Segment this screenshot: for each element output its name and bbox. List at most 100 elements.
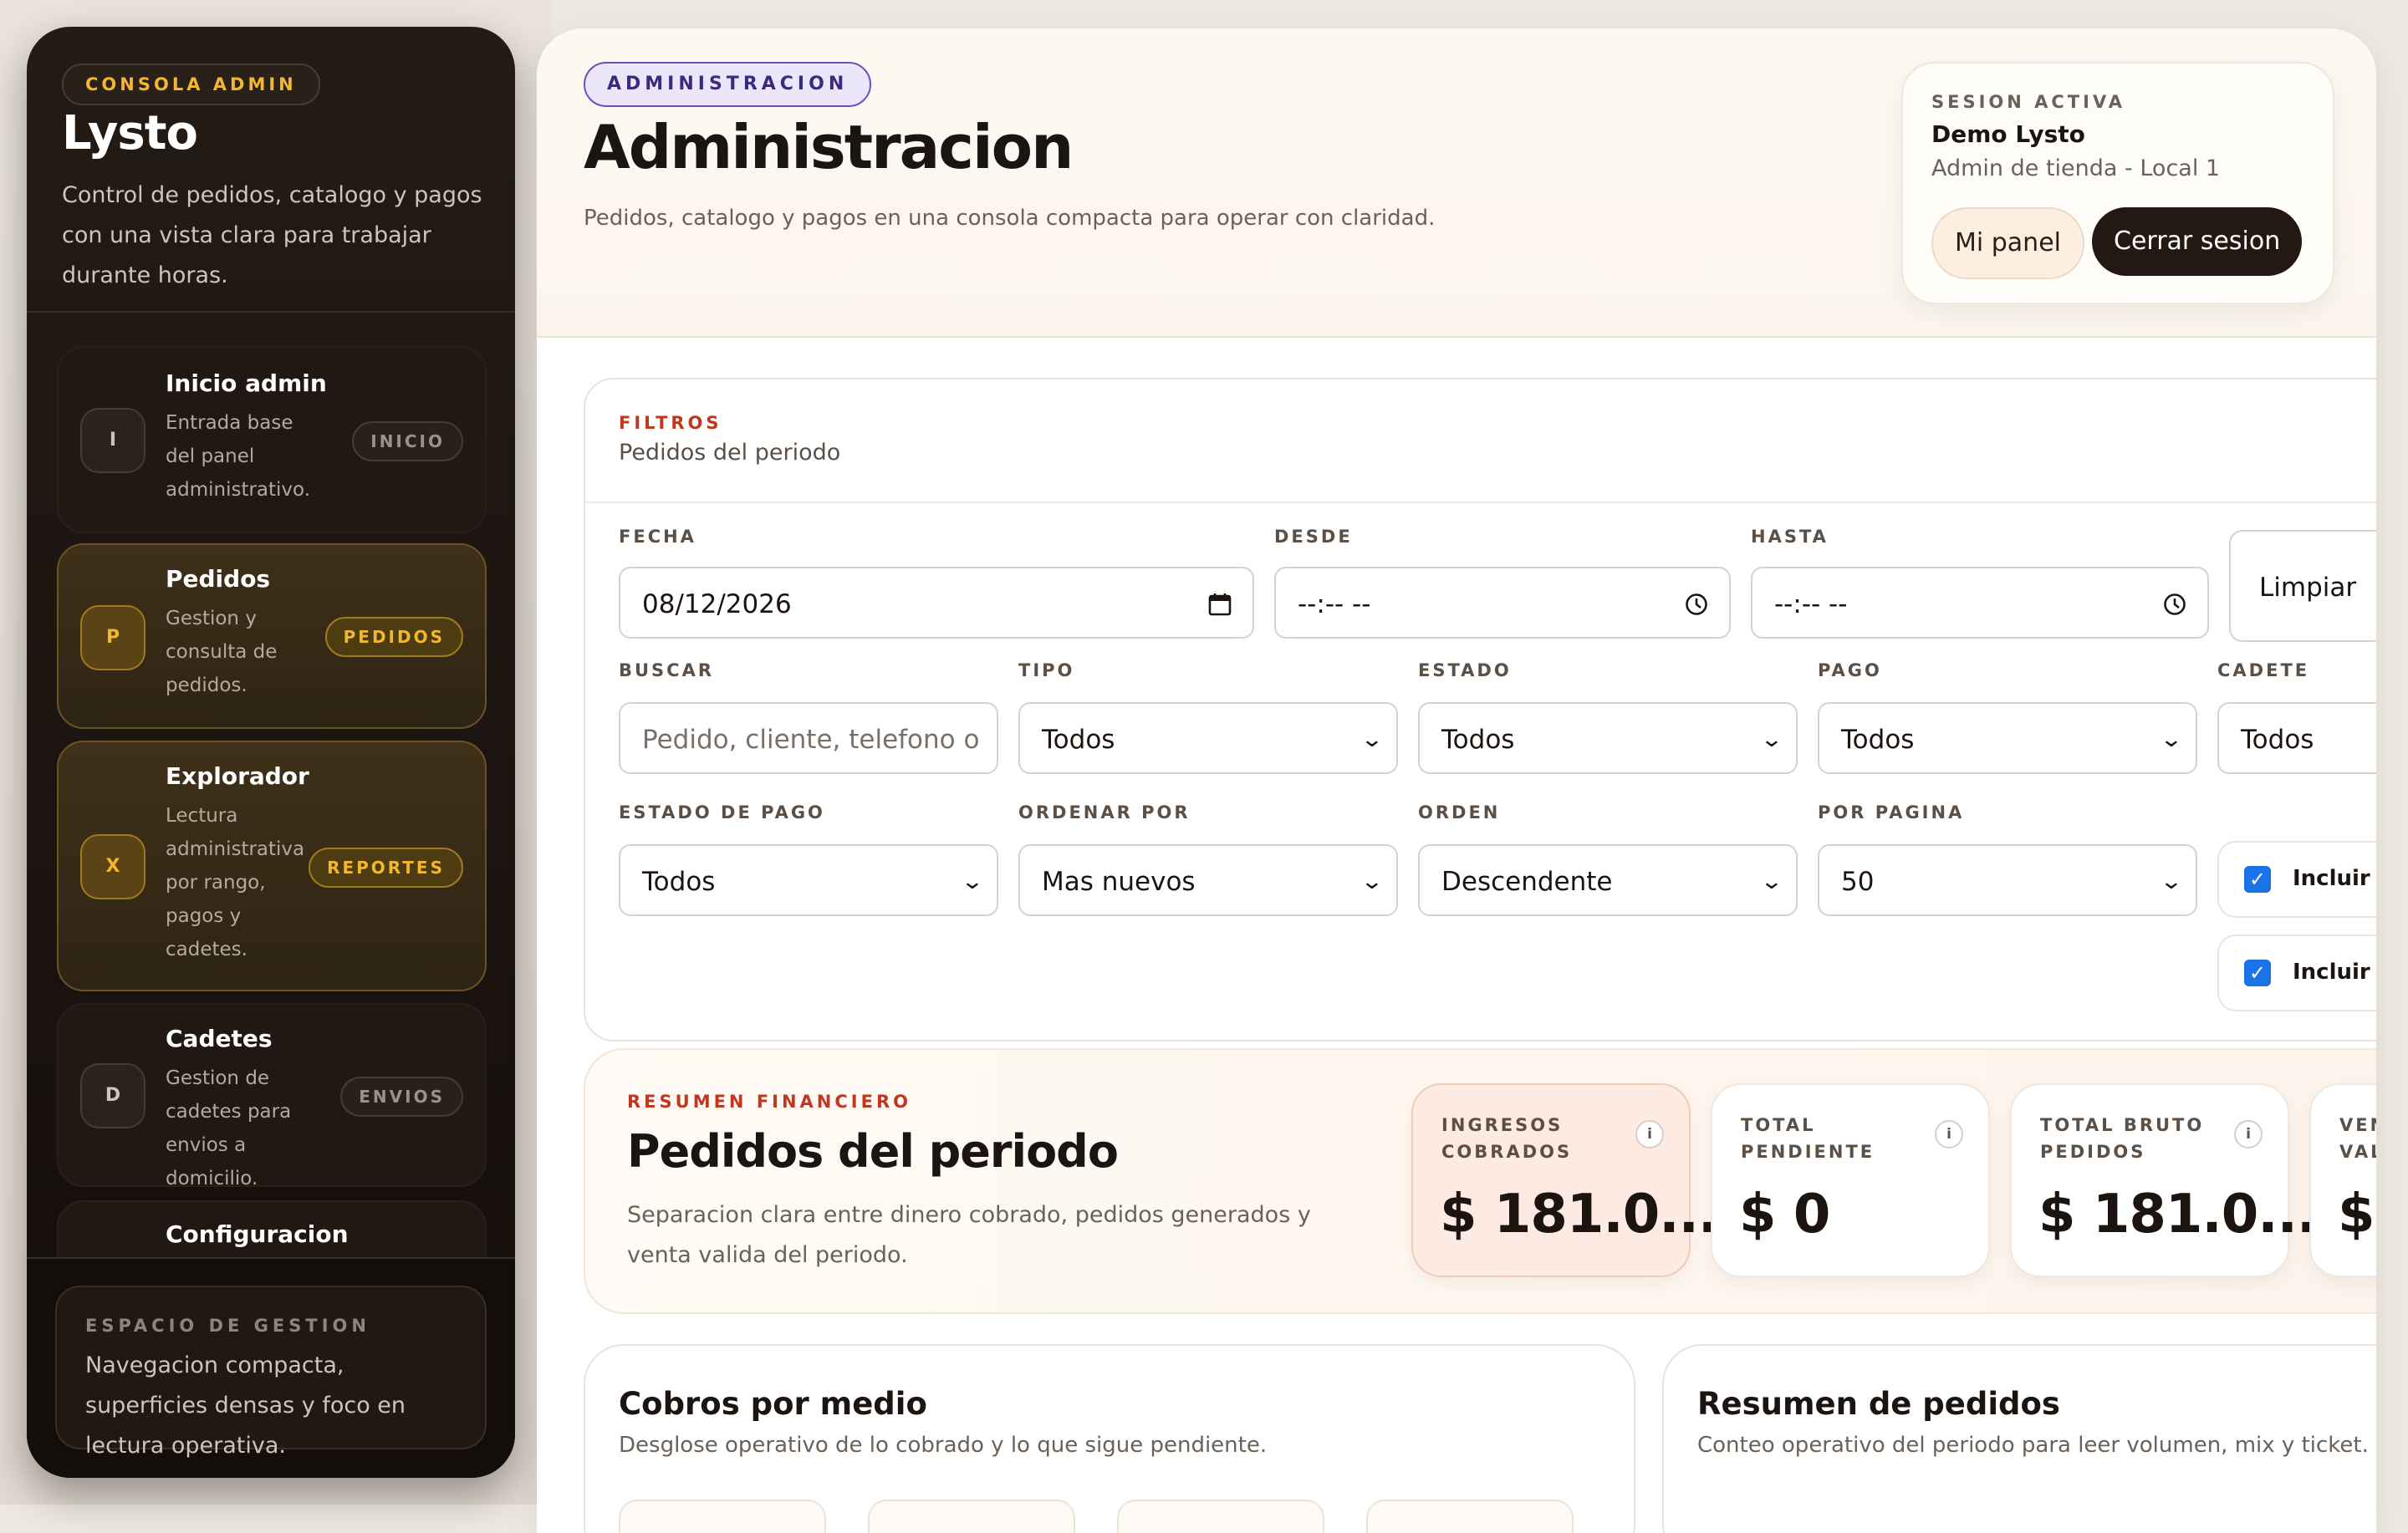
clock-icon[interactable] — [2162, 568, 2187, 637]
kpi-card-pendiente[interactable]: TOTAL PENDIENTE i $ 0 — [1711, 1083, 1990, 1277]
payment-method-tile — [1366, 1500, 1574, 1533]
page-header: ADMINISTRACION Administracion Pedidos, c… — [537, 28, 2376, 338]
page-size-select[interactable]: 50 ⌄ — [1818, 844, 2197, 916]
time-from-value: --:-- -- — [1298, 589, 1371, 619]
workspace-kicker: ESPACIO DE GESTION — [85, 1316, 370, 1336]
calendar-icon[interactable] — [1207, 568, 1232, 637]
nav-pill: INICIO — [352, 421, 463, 461]
sidebar: CONSOLA ADMIN Lysto Control de pedidos, … — [27, 27, 515, 1478]
sort-by-select[interactable]: Mas nuevos ⌄ — [1018, 844, 1398, 916]
search-input[interactable]: Pedido, cliente, telefono o — [619, 702, 998, 774]
kpi-value: $ 181.0... — [1440, 1184, 1718, 1245]
courier-select[interactable]: Todos — [2217, 702, 2376, 774]
card-subtitle: Desglose operativo de lo cobrado y lo qu… — [619, 1433, 1268, 1458]
filters-panel: FILTROS Pedidos del periodo FECHA 08/12/… — [584, 378, 2376, 1042]
status-select[interactable]: Todos ⌄ — [1418, 702, 1798, 774]
include-label-1: Incluir ca — [2293, 866, 2376, 891]
sidebar-item-explorador[interactable]: X Explorador Lectura administrativa por … — [57, 741, 487, 991]
page-subtitle: Pedidos, catalogo y pagos en una consola… — [584, 206, 1436, 231]
kpi-card-venta-valida[interactable]: VEN VAL $ — [2309, 1083, 2376, 1277]
cobros-card: Cobros por medio Desglose operativo de l… — [584, 1344, 1635, 1533]
session-kicker: SESION ACTIVA — [1931, 92, 2126, 112]
nav-pill: ENVIOS — [340, 1077, 463, 1117]
filters-kicker: FILTROS — [619, 413, 722, 433]
filters-header: FILTROS Pedidos del periodo — [585, 379, 2376, 503]
financial-summary: RESUMEN FINANCIERO Pedidos del periodo S… — [584, 1048, 2376, 1314]
workspace-text: Navegacion compacta, superficies densas … — [85, 1352, 406, 1459]
nav-pill: REPORTES — [309, 848, 463, 888]
nav-title: Explorador — [166, 762, 309, 790]
checkbox-checked[interactable]: ✓ — [2244, 960, 2271, 986]
info-icon[interactable]: i — [1935, 1120, 1963, 1148]
payment-status-select[interactable]: Todos ⌄ — [619, 844, 998, 916]
time-from-input[interactable]: --:-- -- — [1274, 567, 1731, 639]
nav-letter-badge: X — [80, 834, 145, 899]
kpi-card-ingresos[interactable]: INGRESOS COBRADOS i $ 181.0... — [1411, 1083, 1718, 1277]
card-subtitle: Conteo operativo del periodo para leer v… — [1697, 1433, 2369, 1458]
nav-letter-badge: I — [80, 408, 145, 473]
workspace-card: ESPACIO DE GESTION Navegacion compacta, … — [55, 1286, 487, 1459]
payment-method-tile — [1117, 1500, 1324, 1533]
kpi-label: VEN VAL — [2339, 1115, 2376, 1162]
sidebar-item-inicio[interactable]: I Inicio admin Entrada base del panel ad… — [57, 346, 487, 533]
status-value: Todos — [1441, 725, 1515, 755]
summary-kicker: RESUMEN FINANCIERO — [627, 1092, 911, 1112]
sidebar-footer: ESPACIO DE GESTION Navegacion compacta, … — [27, 1257, 515, 1478]
chevron-down-icon: ⌄ — [1759, 869, 1784, 894]
logout-button[interactable]: Cerrar sesion — [2092, 207, 2303, 276]
payment-method-tile — [619, 1500, 826, 1533]
chevron-down-icon: ⌄ — [1360, 727, 1385, 752]
kpi-label: TOTAL PENDIENTE — [1741, 1115, 1875, 1162]
ordenar-por-label: ORDENAR POR — [1018, 802, 1191, 823]
session-card: SESION ACTIVA Demo Lysto Admin de tienda… — [1901, 62, 2334, 304]
hasta-label: HASTA — [1751, 527, 1829, 547]
desde-label: DESDE — [1274, 527, 1353, 547]
payment-value: Todos — [1841, 725, 1915, 755]
cadete-label: CADETE — [2217, 660, 2310, 680]
clock-icon[interactable] — [1684, 568, 1709, 637]
session-user-name: Demo Lysto — [1931, 120, 2085, 148]
date-input[interactable]: 08/12/2026 — [619, 567, 1254, 639]
pago-label: PAGO — [1818, 660, 1882, 680]
include-label-2: Incluir p — [2293, 960, 2376, 985]
checkbox-checked[interactable]: ✓ — [2244, 866, 2271, 893]
payment-select[interactable]: Todos ⌄ — [1818, 702, 2197, 774]
order-select[interactable]: Descendente ⌄ — [1418, 844, 1798, 916]
resumen-pedidos-card: Resumen de pedidos Conteo operativo del … — [1662, 1344, 2376, 1533]
chevron-down-icon: ⌄ — [2159, 869, 2184, 894]
nav-description: Gestion y consulta de pedidos. — [166, 608, 278, 696]
nav-description: Lectura administrativa por rango, pagos … — [166, 805, 305, 960]
brand-name[interactable]: Lysto — [62, 106, 198, 160]
summary-title: Pedidos del periodo — [627, 1125, 1119, 1178]
kpi-label: TOTAL BRUTO PEDIDOS — [2040, 1115, 2205, 1162]
sidebar-item-cadetes[interactable]: D Cadetes Gestion de cadetes para envios… — [57, 1003, 487, 1189]
page-title: Administracion — [584, 112, 1074, 182]
estado-pago-label: ESTADO DE PAGO — [619, 802, 825, 823]
nav-title: Configuracion — [166, 1220, 349, 1248]
info-icon[interactable]: i — [1635, 1120, 1664, 1148]
summary-description: Separacion clara entre dinero cobrado, p… — [627, 1202, 1311, 1268]
my-panel-button[interactable]: Mi panel — [1931, 207, 2084, 279]
payment-status-value: Todos — [642, 867, 716, 897]
nav-title: Pedidos — [166, 565, 271, 593]
info-icon[interactable]: i — [2234, 1120, 2263, 1148]
session-role: Admin de tienda - Local 1 — [1931, 155, 2221, 181]
search-placeholder: Pedido, cliente, telefono o — [642, 725, 980, 755]
chevron-down-icon: ⌄ — [1360, 869, 1385, 894]
clear-filters-button[interactable]: Limpiar — [2229, 530, 2376, 642]
nav-title: Cadetes — [166, 1025, 273, 1052]
kpi-card-bruto[interactable]: TOTAL BRUTO PEDIDOS i $ 181.0... — [2010, 1083, 2317, 1277]
section-chip: ADMINISTRACION — [584, 62, 872, 107]
card-title: Resumen de pedidos — [1697, 1386, 2060, 1422]
chevron-down-icon: ⌄ — [1759, 727, 1784, 752]
sidebar-item-pedidos[interactable]: P Pedidos Gestion y consulta de pedidos.… — [57, 543, 487, 729]
por-pagina-label: POR PAGINA — [1818, 802, 1965, 823]
filters-subtitle: Pedidos del periodo — [619, 440, 841, 466]
main-panel: ADMINISTRACION Administracion Pedidos, c… — [537, 28, 2376, 1533]
include-toggle-2[interactable]: ✓ Incluir p — [2217, 935, 2376, 1011]
type-select[interactable]: Todos ⌄ — [1018, 702, 1398, 774]
include-toggle-1[interactable]: ✓ Incluir ca — [2217, 841, 2376, 918]
time-to-input[interactable]: --:-- -- — [1751, 567, 2209, 639]
sidebar-header: CONSOLA ADMIN Lysto Control de pedidos, … — [27, 27, 515, 313]
order-value: Descendente — [1441, 867, 1613, 897]
